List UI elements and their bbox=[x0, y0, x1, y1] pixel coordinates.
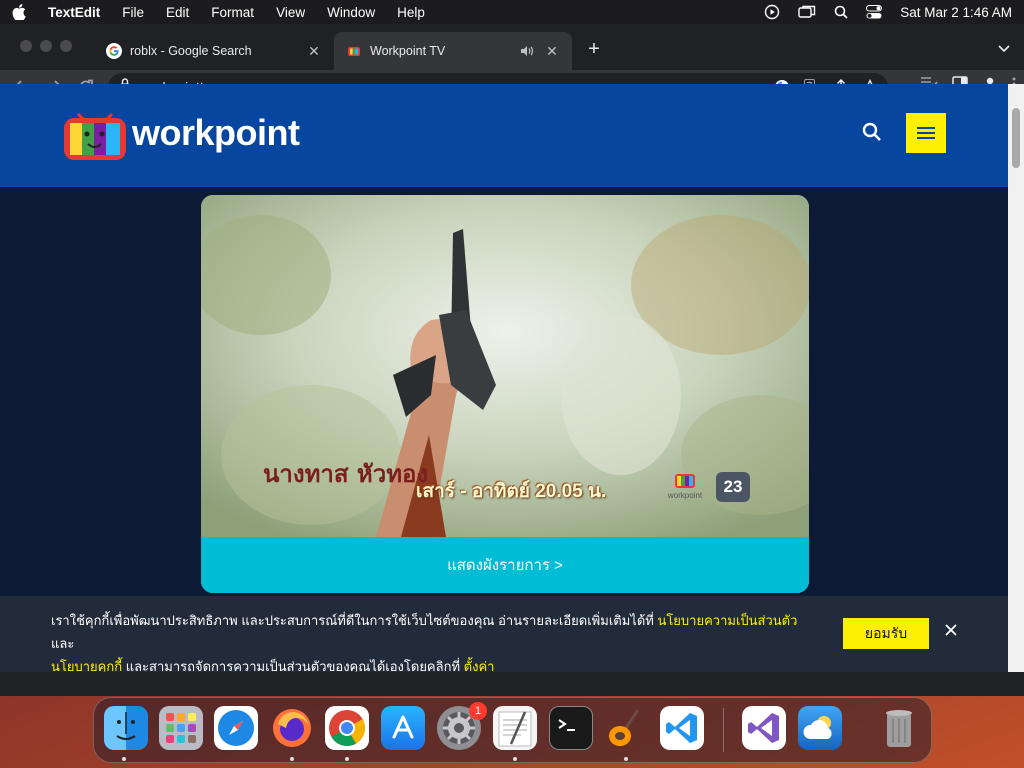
logo-text: workpoint bbox=[132, 112, 300, 153]
show-banner[interactable]: นางทาส หัวทอง เสาร์ - อาทิตย์ 20.05 น. w… bbox=[201, 195, 809, 593]
show-schedule-button[interactable]: แสดงผังรายการ > bbox=[201, 537, 809, 593]
app-store-icon[interactable] bbox=[381, 706, 425, 750]
channel-logo-text: workpoint bbox=[667, 491, 703, 500]
tab-workpoint-tv[interactable]: Workpoint TV ✕ bbox=[334, 32, 572, 70]
privacy-policy-link[interactable]: นโยบายความเป็นส่วนตัว bbox=[657, 613, 797, 628]
speaker-icon[interactable] bbox=[520, 45, 534, 57]
cookie-text-2: และ bbox=[51, 636, 75, 651]
close-tab-icon[interactable]: ✕ bbox=[306, 43, 322, 60]
launchpad-icon[interactable] bbox=[159, 706, 203, 750]
workpoint-tv-logo-icon bbox=[64, 112, 126, 160]
scrollbar-thumb[interactable] bbox=[1012, 108, 1020, 168]
workpoint-icon bbox=[346, 43, 362, 59]
hamburger-icon bbox=[917, 127, 935, 139]
cookie-text-1: เราใช้คุกกี้เพื่อพัฒนาประสิทธิภาพ และประ… bbox=[51, 613, 658, 628]
zoom-window-button[interactable] bbox=[60, 40, 72, 52]
firefox-running-indicator bbox=[290, 757, 294, 761]
apple-icon[interactable] bbox=[12, 4, 28, 20]
window-controls bbox=[20, 40, 72, 52]
menu-app-name[interactable]: TextEdit bbox=[48, 5, 100, 20]
firefox-icon[interactable] bbox=[270, 706, 314, 750]
show-logo-text: นางทาส หัวทอง bbox=[263, 459, 428, 488]
screen-mirroring-icon[interactable] bbox=[798, 5, 816, 19]
web-page: workpoint นางทาส หัวทอง เสาร์ - อาทิตย์ … bbox=[0, 84, 1008, 672]
menu-help[interactable]: Help bbox=[397, 5, 425, 20]
textedit-icon[interactable] bbox=[493, 706, 537, 750]
menu-window[interactable]: Window bbox=[327, 5, 375, 20]
notification-badge: 1 bbox=[469, 702, 487, 720]
play-icon[interactable] bbox=[764, 4, 780, 20]
site-search-icon[interactable] bbox=[862, 122, 882, 147]
page-scrollbar[interactable] bbox=[1008, 84, 1024, 672]
showtime-text: เสาร์ - อาทิตย์ 20.05 น. bbox=[416, 481, 607, 502]
workpoint-mini-icon bbox=[675, 474, 695, 488]
dock: 1 bbox=[93, 697, 932, 763]
close-window-button[interactable] bbox=[20, 40, 32, 52]
cookie-message: เราใช้คุกกี้เพื่อพัฒนาประสิทธิภาพ และประ… bbox=[51, 609, 811, 672]
terminal-icon[interactable] bbox=[549, 706, 593, 750]
new-tab-button[interactable]: + bbox=[584, 39, 604, 59]
menu-view[interactable]: View bbox=[276, 5, 305, 20]
finder-running-indicator bbox=[122, 757, 126, 761]
close-tab-icon[interactable]: ✕ bbox=[544, 43, 560, 60]
close-cookie-icon[interactable] bbox=[944, 623, 958, 642]
visual-studio-icon[interactable] bbox=[742, 706, 786, 750]
menu-clock[interactable]: Sat Mar 2 1:46 AM bbox=[900, 5, 1012, 20]
menu-edit[interactable]: Edit bbox=[166, 5, 189, 20]
google-icon bbox=[106, 43, 122, 59]
site-header: workpoint bbox=[0, 84, 1008, 187]
vscode-icon[interactable] bbox=[660, 706, 704, 750]
channel-logo: workpoint bbox=[663, 471, 707, 500]
cookie-settings-link[interactable]: ตั้งค่า bbox=[464, 659, 495, 672]
menu-file[interactable]: File bbox=[122, 5, 144, 20]
safari-icon[interactable] bbox=[214, 706, 258, 750]
cookie-policy-link[interactable]: นโยบายคุกกี้ bbox=[51, 659, 122, 672]
control-center-icon[interactable] bbox=[866, 5, 883, 19]
garageband-icon[interactable] bbox=[604, 706, 648, 750]
workpoint-logo[interactable]: workpoint bbox=[62, 104, 300, 162]
hamburger-menu-button[interactable] bbox=[906, 113, 946, 153]
accept-cookies-button[interactable]: ยอมรับ bbox=[843, 618, 929, 649]
cookie-consent-bar: เราใช้คุกกี้เพื่อพัฒนาประสิทธิภาพ และประ… bbox=[0, 596, 1008, 672]
dock-separator bbox=[723, 708, 724, 752]
tab-title: Workpoint TV bbox=[370, 44, 446, 58]
garageband-running-indicator bbox=[624, 757, 628, 761]
cookie-text-3: และสามารถจัดการความเป็นส่วนตัวของคุณได้เ… bbox=[122, 659, 464, 672]
menu-format[interactable]: Format bbox=[211, 5, 254, 20]
chrome-running-indicator bbox=[345, 757, 349, 761]
tab-strip: roblx - Google Search ✕ Workpoint TV ✕ + bbox=[0, 24, 1024, 70]
channel-number: 23 bbox=[716, 472, 750, 502]
weather-icon[interactable] bbox=[798, 706, 842, 750]
textedit-running-indicator bbox=[513, 757, 517, 761]
chrome-icon[interactable] bbox=[325, 706, 369, 750]
menu-bar: TextEdit File Edit Format View Window He… bbox=[0, 0, 1024, 24]
finder-icon[interactable] bbox=[104, 706, 148, 750]
tab-google-search[interactable]: roblx - Google Search ✕ bbox=[94, 32, 334, 70]
tab-title: roblx - Google Search bbox=[130, 44, 252, 58]
minimize-window-button[interactable] bbox=[40, 40, 52, 52]
spotlight-icon[interactable] bbox=[834, 5, 848, 19]
tab-search-button[interactable] bbox=[998, 40, 1010, 58]
trash-icon[interactable] bbox=[877, 706, 921, 750]
